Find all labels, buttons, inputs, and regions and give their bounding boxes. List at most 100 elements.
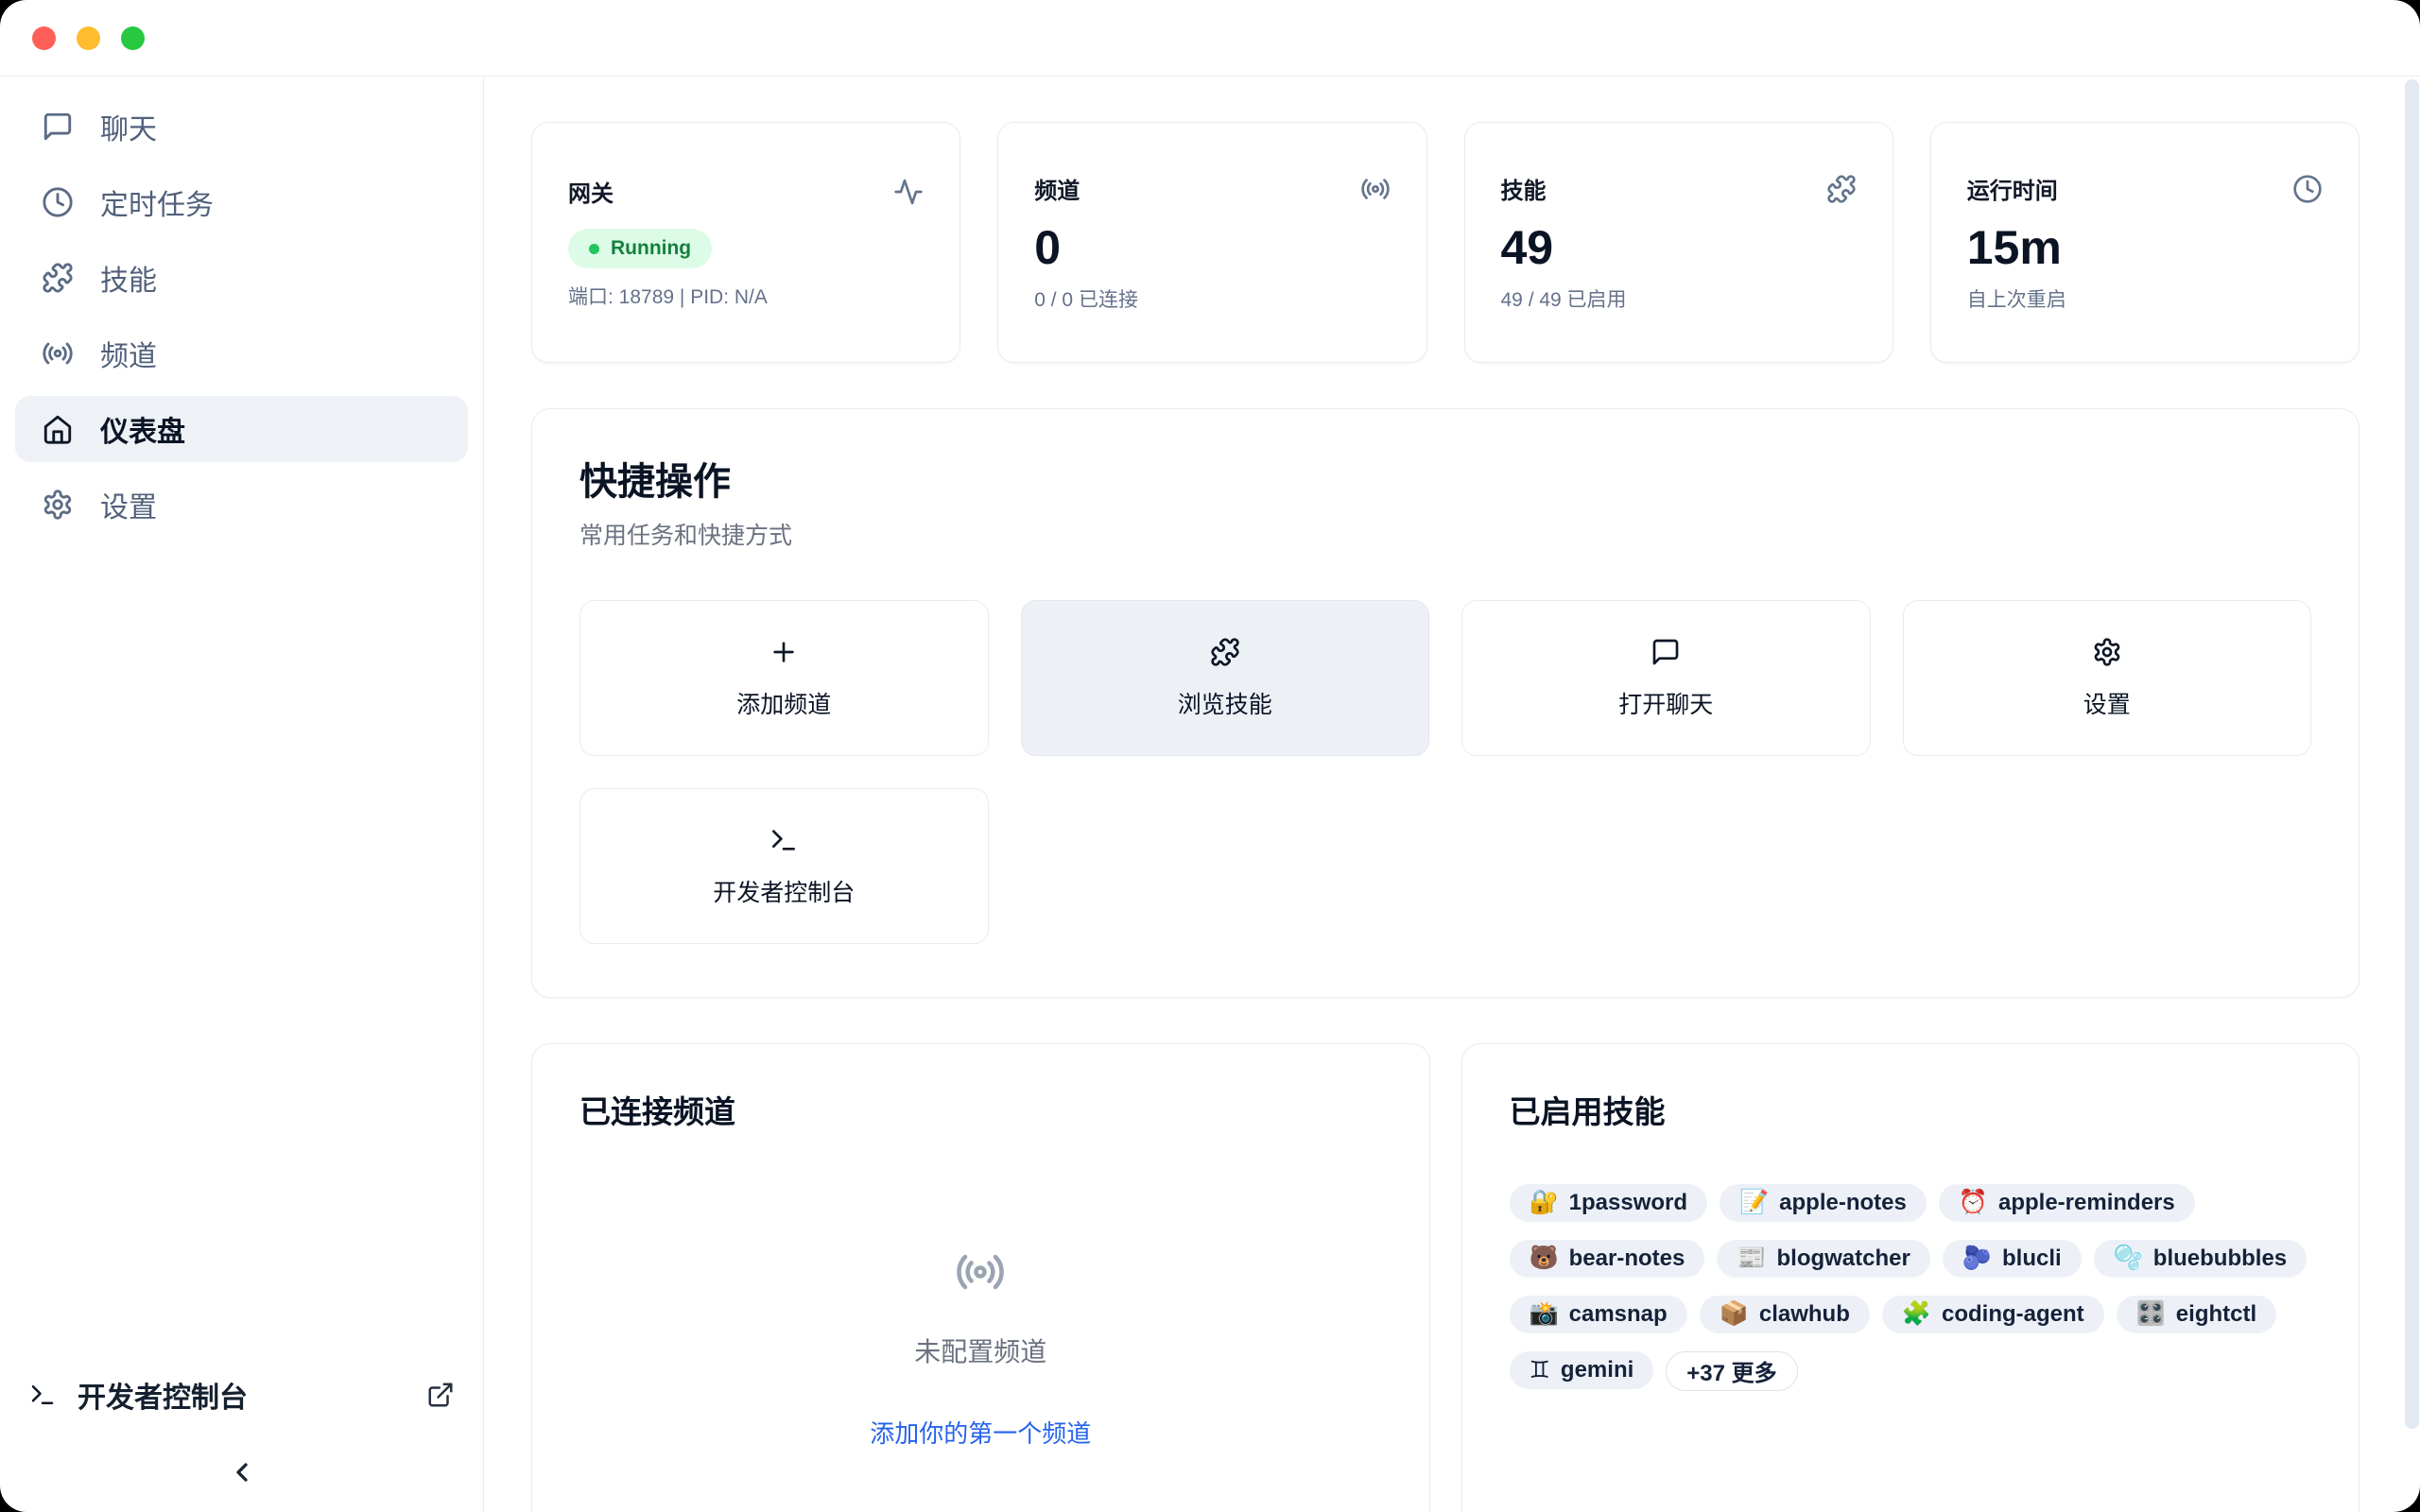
sidebar-collapse-button[interactable]	[15, 1457, 468, 1487]
sidebar: 聊天 定时任务 技能 频道 仪表盘	[0, 77, 484, 1512]
puzzle-emoji-icon: 🧩	[1902, 1300, 1931, 1328]
enabled-skills-panel: 已启用技能 🔐1password 📝 apple-notes ⏰ apple-rem…	[1461, 1043, 2360, 1512]
button-label: 设置	[2083, 686, 2131, 720]
minimize-button[interactable]	[77, 26, 100, 50]
stat-value: 0	[1034, 224, 1390, 271]
skill-chip: 🫐blucli	[1943, 1240, 2082, 1278]
chip-label: bluebubbles	[2153, 1246, 2287, 1272]
puzzle-icon	[42, 262, 74, 294]
chip-label: apple-reminders	[1998, 1190, 2175, 1216]
chip-label: eightctl	[2176, 1301, 2256, 1328]
newspaper-emoji-icon: 📰	[1737, 1245, 1766, 1272]
browse-skills-button[interactable]: 浏览技能	[1021, 600, 1430, 756]
sidebar-item-label: 定时任务	[100, 181, 214, 223]
chip-label: 1password	[1569, 1190, 1687, 1216]
bottom-panels: 已连接频道 未配置频道 添加你的第一个频道 已启用技能 🔐1password 📝…	[531, 1043, 2360, 1512]
skill-chip: ⏰ apple-reminders	[1939, 1184, 2195, 1222]
status-dot	[589, 244, 599, 254]
stats-grid: 网关 Running 端口: 18789 | PID: N/A 频道 0	[531, 122, 2360, 363]
skill-chip: 🔐1password	[1510, 1184, 1708, 1222]
sidebar-item-settings[interactable]: 设置	[15, 472, 468, 538]
more-skills-button[interactable]: +37 更多	[1666, 1351, 1797, 1391]
add-first-channel-link[interactable]: 添加你的第一个频道	[870, 1415, 1091, 1450]
memo-emoji-icon: 📝	[1739, 1189, 1769, 1216]
quick-actions-subtitle: 常用任务和快捷方式	[579, 517, 2311, 551]
connected-channels-panel: 已连接频道 未配置频道 添加你的第一个频道	[531, 1043, 1430, 1512]
skill-chip: ♊gemini	[1510, 1351, 1654, 1389]
stat-value: 49	[1501, 224, 1857, 271]
status-badge: Running	[568, 229, 712, 268]
radio-icon	[955, 1246, 1006, 1297]
dev-console-link[interactable]: 开发者控制台	[15, 1365, 468, 1425]
stat-card-gateway: 网关 Running 端口: 18789 | PID: N/A	[531, 122, 960, 363]
bubbles-emoji-icon: 🫧	[2114, 1245, 2143, 1272]
button-label: 打开聊天	[1618, 686, 1713, 720]
titlebar	[0, 0, 2420, 77]
clock-icon	[2292, 174, 2323, 204]
terminal-icon	[769, 825, 799, 855]
status-label: Running	[611, 237, 691, 260]
sidebar-footer: 开发者控制台	[15, 1365, 468, 1487]
app-window: 聊天 定时任务 技能 频道 仪表盘	[0, 0, 2420, 1512]
enabled-skills-title: 已启用技能	[1510, 1093, 2312, 1131]
chip-label: bear-notes	[1569, 1246, 1685, 1272]
gear-icon	[2092, 637, 2122, 667]
skill-chip: 🫧 bluebubbles	[2094, 1240, 2307, 1278]
stat-title: 频道	[1034, 172, 1080, 205]
chip-label: camsnap	[1569, 1301, 1668, 1328]
quick-actions-title: 快捷操作	[579, 460, 2311, 504]
skill-chip: 📰blogwatcher	[1717, 1240, 1930, 1278]
dev-console-button[interactable]: 开发者控制台	[579, 788, 989, 944]
alarm-clock-emoji-icon: ⏰	[1959, 1189, 1988, 1216]
sidebar-item-chat[interactable]: 聊天	[15, 94, 468, 160]
stat-card-skills: 技能 49 49 / 49 已启用	[1464, 122, 1893, 363]
sidebar-item-label: 频道	[100, 333, 157, 374]
chevron-left-icon	[227, 1457, 257, 1487]
settings-button[interactable]: 设置	[1903, 600, 2312, 756]
skill-chips: 🔐1password 📝 apple-notes ⏰ apple-reminders…	[1510, 1184, 2312, 1391]
stat-value: 15m	[1967, 224, 2323, 271]
stat-title: 运行时间	[1967, 172, 2058, 205]
home-icon	[42, 413, 74, 445]
skill-chip: 🐻bear-notes	[1510, 1240, 1705, 1278]
stat-detail: 自上次重启	[1967, 284, 2323, 313]
add-channel-button[interactable]: 添加频道	[579, 600, 989, 756]
sidebar-nav: 聊天 定时任务 技能 频道 仪表盘	[15, 94, 468, 538]
terminal-icon	[28, 1381, 57, 1409]
button-label: 开发者控制台	[713, 874, 855, 908]
close-button[interactable]	[32, 26, 56, 50]
sidebar-item-channels[interactable]: 频道	[15, 320, 468, 387]
chip-label: coding-agent	[1942, 1301, 2084, 1328]
camera-flash-emoji-icon: 📸	[1530, 1300, 1559, 1328]
chip-label: apple-notes	[1779, 1190, 1907, 1216]
dev-console-label: 开发者控制台	[78, 1374, 248, 1416]
activity-icon	[893, 177, 924, 207]
clock-icon	[42, 186, 74, 218]
stat-card-channels: 频道 0 0 / 0 已连接	[997, 122, 1426, 363]
stat-detail: 0 / 0 已连接	[1034, 284, 1390, 313]
sidebar-item-label: 技能	[100, 257, 157, 299]
gear-icon	[42, 489, 74, 521]
open-chat-button[interactable]: 打开聊天	[1461, 600, 1871, 756]
chat-icon	[1651, 637, 1681, 667]
empty-channels-text: 未配置频道	[914, 1332, 1046, 1369]
scrollbar-thumb[interactable]	[2405, 79, 2419, 1429]
sidebar-item-skills[interactable]: 技能	[15, 245, 468, 311]
stat-card-uptime: 运行时间 15m 自上次重启	[1930, 122, 2360, 363]
stat-title: 技能	[1501, 172, 1547, 205]
puzzle-icon	[1210, 637, 1240, 667]
connected-channels-title: 已连接频道	[579, 1093, 1382, 1131]
control-knobs-emoji-icon: 🎛️	[2136, 1300, 2166, 1328]
chip-label: blucli	[2002, 1246, 2062, 1272]
maximize-button[interactable]	[121, 26, 145, 50]
stat-detail: 49 / 49 已启用	[1501, 284, 1857, 313]
sidebar-item-label: 仪表盘	[100, 408, 185, 450]
channels-empty-state: 未配置频道 添加你的第一个频道	[579, 1131, 1382, 1450]
skill-chip: 🎛️ eightctl	[2117, 1296, 2276, 1333]
skill-chip: 📦clawhub	[1700, 1296, 1870, 1333]
button-label: 添加频道	[736, 686, 831, 720]
sidebar-item-dashboard[interactable]: 仪表盘	[15, 396, 468, 462]
chip-label: clawhub	[1759, 1301, 1850, 1328]
sidebar-item-scheduled-tasks[interactable]: 定时任务	[15, 169, 468, 235]
radio-icon	[42, 337, 74, 369]
